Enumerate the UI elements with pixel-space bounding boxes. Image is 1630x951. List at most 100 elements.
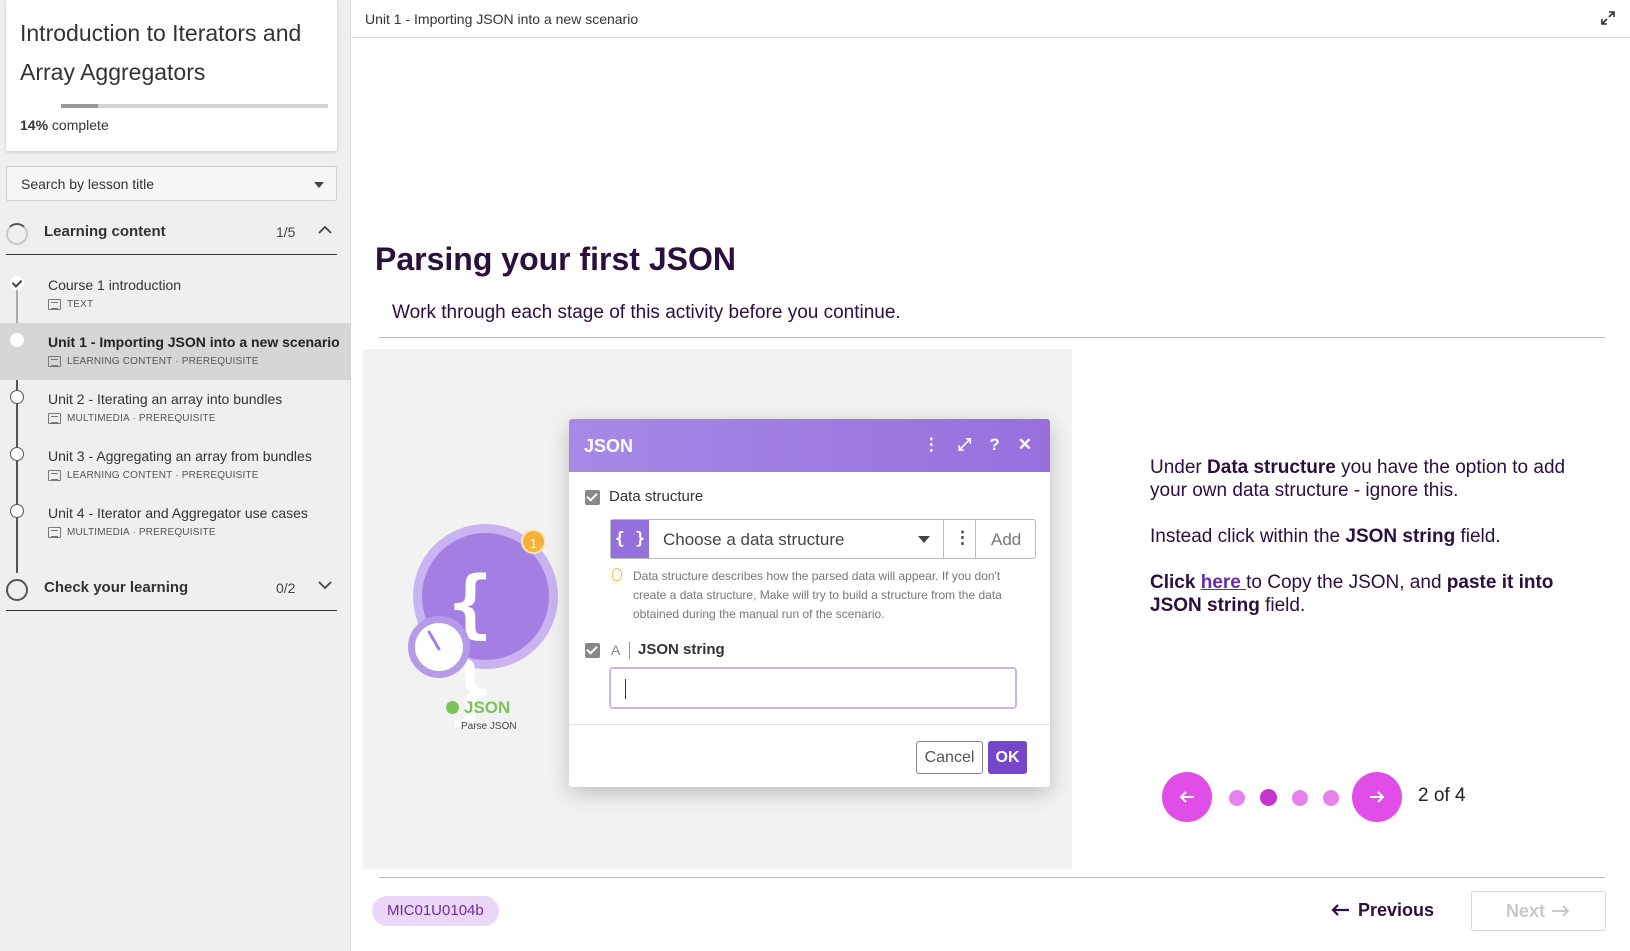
json-string-label: JSON string	[638, 641, 725, 658]
module-name-text: JSON	[464, 698, 511, 717]
text-bold: Data structure	[1207, 457, 1336, 478]
lesson-search-placeholder: Search by lesson title	[21, 176, 155, 192]
chevron-up-icon[interactable]	[318, 225, 332, 234]
course-title: Introduction to Iterators and Array Aggr…	[20, 20, 302, 85]
next-label: Next	[1505, 900, 1545, 921]
modal-header: JSON ⋮ ⤢ ? ✕	[569, 419, 1050, 472]
lesson-meta: LEARNING CONTENT · PREREQUISITE	[48, 470, 259, 481]
carousel-dot[interactable]	[1323, 790, 1339, 806]
carousel-dot-active[interactable]	[1260, 789, 1277, 806]
clock-icon	[408, 616, 470, 678]
content-icon	[48, 356, 61, 367]
topbar: Unit 1 - Importing JSON into a new scena…	[351, 0, 1630, 38]
lesson-dot-icon	[10, 390, 24, 404]
text-type-indicator: A	[611, 642, 621, 658]
kebab-menu-icon[interactable]: ⋮	[923, 435, 940, 455]
lesson-dot-icon	[10, 504, 24, 518]
copy-json-link[interactable]: here	[1201, 572, 1246, 593]
ok-button[interactable]: OK	[988, 741, 1027, 774]
lesson-meta: MULTIMEDIA · PREREQUISITE	[48, 413, 216, 424]
module-subtitle: Parse JSON	[461, 721, 517, 732]
lesson-item[interactable]: Unit 2 - Iterating an array into bundles…	[0, 380, 351, 437]
cancel-button[interactable]: Cancel	[916, 741, 983, 774]
json-string-field[interactable]	[609, 667, 1017, 709]
caret-down-icon	[314, 182, 324, 188]
expand-icon[interactable]	[1600, 10, 1616, 26]
progress-bar	[61, 104, 328, 108]
carousel-prev-button[interactable]	[1162, 772, 1212, 822]
slide-subtitle: Work through each stage of this activity…	[392, 302, 901, 323]
fullscreen-icon[interactable]: ⤢	[958, 435, 972, 455]
text-bold: JSON string	[1345, 526, 1456, 547]
section-count: 1/5	[276, 224, 296, 240]
progress-suffix: complete	[51, 117, 109, 133]
add-button[interactable]: Add	[991, 530, 1021, 550]
multimedia-icon	[48, 413, 61, 424]
carousel-dot[interactable]	[1292, 790, 1308, 806]
lesson-item[interactable]: Unit 3 - Aggregating an array from bundl…	[0, 437, 351, 494]
instructions: Under Data structure you have the option…	[1150, 456, 1600, 640]
activity-screenshot: { } 1 JSON Parse JSON JSON ⋮ ⤢ ? ✕ Data …	[363, 349, 1072, 869]
json-string-checkbox[interactable]	[585, 643, 600, 658]
lesson-item[interactable]: Course 1 introduction TEXT	[0, 266, 351, 323]
divider	[379, 337, 1605, 338]
text-cursor	[625, 679, 626, 699]
divider	[569, 724, 1050, 725]
carousel-dot[interactable]	[1229, 790, 1245, 806]
data-structure-checkbox[interactable]	[585, 490, 600, 505]
sidebar: Introduction to Iterators and Array Aggr…	[0, 0, 351, 951]
instruction-1: Under Data structure you have the option…	[1150, 456, 1600, 502]
app: Introduction to Iterators and Array Aggr…	[0, 0, 1630, 951]
lesson-list: Course 1 introduction TEXT Unit 1 - Impo…	[0, 266, 351, 573]
kebab-menu-icon[interactable]: ⋮	[954, 528, 971, 548]
divider	[975, 520, 976, 558]
section-count: 0/2	[276, 580, 296, 596]
section-label: Check your learning	[44, 579, 189, 596]
badge-count: 1	[521, 529, 546, 554]
lesson-title: Unit 3 - Aggregating an array from bundl…	[48, 448, 312, 464]
json-modal: JSON ⋮ ⤢ ? ✕ Data structure { } Choose a…	[569, 419, 1050, 787]
lesson-title: Course 1 introduction	[48, 277, 182, 293]
section-label: Learning content	[44, 223, 166, 240]
slide-title: Parsing your first JSON	[375, 241, 736, 277]
lesson-dot-icon	[10, 447, 24, 461]
divider	[629, 642, 630, 659]
progress-ring-icon	[6, 579, 28, 601]
carousel-next-button[interactable]	[1352, 772, 1402, 822]
progress-text: 14% complete	[20, 117, 109, 133]
lesson-type: MULTIMEDIA · PREREQUISITE	[67, 527, 216, 538]
text-bold: Click	[1150, 572, 1201, 593]
current-lesson-dot-icon	[10, 333, 24, 347]
chevron-down-icon[interactable]	[318, 581, 332, 590]
lightbulb-icon	[612, 568, 622, 581]
text: Instead click within the	[1150, 526, 1346, 547]
lesson-title: Unit 1 - Importing JSON into a new scena…	[48, 334, 340, 350]
section-check-your-learning[interactable]: Check your learning 0/2	[6, 567, 337, 611]
text: field.	[1455, 526, 1501, 547]
progress-ring-icon	[6, 223, 28, 245]
multimedia-icon	[48, 527, 61, 538]
lesson-code-badge: MIC01U0104b	[372, 896, 499, 926]
previous-button[interactable]: Previous	[1330, 892, 1434, 928]
data-structure-select[interactable]: { } Choose a data structure ⋮ Add	[610, 519, 1036, 559]
lesson-title: Unit 2 - Iterating an array into bundles	[48, 391, 283, 407]
progress-bar-fill	[61, 104, 99, 108]
divider	[943, 520, 944, 558]
document-icon	[48, 299, 61, 310]
json-string-input[interactable]	[611, 669, 1015, 707]
lesson-item-current[interactable]: Unit 1 - Importing JSON into a new scena…	[0, 323, 351, 380]
data-structure-label: Data structure	[609, 488, 704, 505]
text: field.	[1259, 595, 1306, 616]
modal-header-icons: ⋮ ⤢ ? ✕	[923, 435, 1032, 455]
next-button[interactable]: Next	[1471, 891, 1606, 931]
lesson-meta: MULTIMEDIA · PREREQUISITE	[48, 527, 216, 538]
progress-percent: 14%	[20, 117, 49, 133]
data-structure-hint: Data structure describes how the parsed …	[633, 569, 1002, 621]
content-icon	[48, 470, 61, 481]
lesson-search-select[interactable]: Search by lesson title	[6, 166, 337, 201]
section-learning-content[interactable]: Learning content 1/5	[6, 211, 337, 255]
close-icon[interactable]: ✕	[1018, 435, 1032, 455]
ok-status-icon	[446, 701, 459, 714]
help-icon[interactable]: ?	[989, 435, 999, 455]
lesson-item[interactable]: Unit 4 - Iterator and Aggregator use cas…	[0, 494, 351, 551]
